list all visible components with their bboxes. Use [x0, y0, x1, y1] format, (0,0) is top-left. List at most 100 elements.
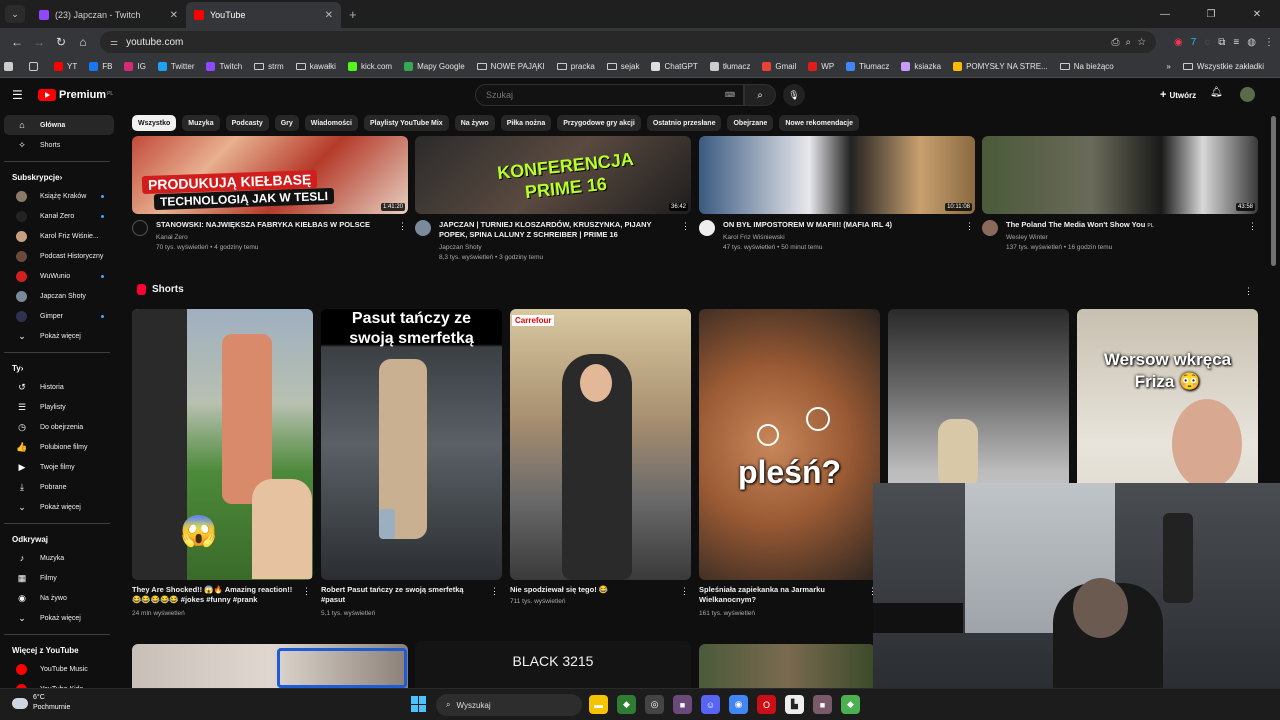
sidebar-item[interactable]: ▦ Filmy: [4, 568, 114, 588]
search-button[interactable]: ⌕: [744, 84, 776, 106]
back-icon[interactable]: ←: [6, 35, 28, 49]
all-bookmarks-button[interactable]: Wszystkie zakładki: [1182, 62, 1264, 71]
sidebar-item[interactable]: ◉ Na żywo: [4, 588, 114, 608]
app-icon[interactable]: ◆: [841, 695, 860, 714]
opera-icon[interactable]: O: [757, 695, 776, 714]
sidebar-item[interactable]: ▶ Twoje filmy: [4, 457, 114, 477]
filter-chip[interactable]: Wszystko: [132, 115, 177, 131]
bookmark-item[interactable]: Tłumacz: [846, 62, 889, 71]
filter-chip[interactable]: Przygodowe gry akcji: [557, 115, 641, 131]
filter-chip[interactable]: Podcasty: [225, 115, 269, 131]
bookmark-item[interactable]: strm: [254, 62, 284, 71]
browser-menu-icon[interactable]: ⋮: [1264, 37, 1274, 48]
short-thumbnail[interactable]: pleśń?: [699, 309, 880, 580]
video-thumbnail[interactable]: 43:58: [982, 136, 1258, 214]
channel-avatar[interactable]: [415, 220, 431, 236]
bookmark-item[interactable]: IG: [124, 62, 146, 71]
bookmark-item[interactable]: Twitch: [206, 62, 242, 71]
shorts-more-icon[interactable]: ⋮: [1244, 286, 1253, 297]
minimize-icon[interactable]: —: [1142, 9, 1188, 20]
profile-icon[interactable]: ◍: [1247, 37, 1256, 48]
video-thumbnail[interactable]: 10:11:08: [699, 136, 975, 214]
app-icon[interactable]: ■: [813, 695, 832, 714]
sidebar-item[interactable]: ✧ Shorts: [4, 135, 114, 155]
sidebar-item[interactable]: ◷ Do obejrzenia: [4, 417, 114, 437]
notifications-bell-icon[interactable]: 🔔︎: [1210, 87, 1223, 98]
keyboard-icon[interactable]: ⌨: [725, 91, 735, 99]
video-thumbnail[interactable]: KONFERENCJA PRIME 16 36:42: [415, 136, 691, 214]
filter-chip[interactable]: Gry: [274, 115, 299, 131]
short-thumbnail[interactable]: Pasut tańczy ze swoją smerfetką: [321, 309, 502, 580]
search-input[interactable]: [486, 90, 725, 100]
filter-chip[interactable]: Na żywo: [454, 115, 495, 131]
sidebar-item[interactable]: ⤓ Pobrane: [4, 477, 114, 497]
sidebar-item[interactable]: ↺ Historia: [4, 377, 114, 397]
bookmark-item[interactable]: kick.com: [347, 62, 392, 71]
subscriptions-heading[interactable]: Subskrypcje ›: [0, 168, 118, 186]
filter-chip[interactable]: Piłka nożna: [500, 115, 552, 131]
channel-name[interactable]: Wesley Winter: [1006, 234, 1048, 241]
filter-chip[interactable]: Ostatnio przesłane: [646, 115, 722, 131]
bookmark-item[interactable]: FB: [89, 62, 112, 71]
short-thumbnail[interactable]: 😱: [132, 309, 313, 580]
bookmark-star-icon[interactable]: ☆: [1137, 37, 1146, 48]
close-tab-icon[interactable]: ✕: [325, 10, 333, 21]
short-more-icon[interactable]: ⋮: [490, 586, 499, 597]
bookmark-item[interactable]: kawałki: [295, 62, 336, 71]
media-controls-icon[interactable]: ≡: [1233, 37, 1239, 48]
sidebar-item[interactable]: 👍 Polubione filmy: [4, 437, 114, 457]
channel-name[interactable]: Japczan Shoty: [439, 244, 482, 251]
filter-chip[interactable]: Wiadomości: [304, 115, 358, 131]
bookmark-item[interactable]: ksiazka: [901, 62, 941, 71]
sidebar-item[interactable]: ⌂ Główna: [4, 115, 114, 135]
subscription-item[interactable]: Karol Friz Wiśnie...: [4, 226, 114, 246]
sidebar-item[interactable]: YouTube Music: [4, 659, 114, 679]
channel-name[interactable]: Kanał Zero: [156, 234, 188, 241]
bookmark-item[interactable]: pracka: [556, 62, 595, 71]
taskbar-search[interactable]: ⌕ Wyszukaj: [436, 694, 582, 716]
bookmark-item[interactable]: sejak: [606, 62, 639, 71]
subscription-item[interactable]: Gimper: [4, 306, 114, 326]
file-explorer-icon[interactable]: ▬: [589, 695, 608, 714]
site-info-icon[interactable]: ⚌: [110, 37, 118, 48]
sidebar-item[interactable]: ⌄ Pokaż więcej: [4, 608, 114, 628]
browser-tab-twitch[interactable]: (23) Japczan - Twitch ✕: [31, 2, 186, 28]
short-title[interactable]: Spleśniała zapiekanka na Jarmarku Wielka…: [699, 585, 864, 605]
short-title[interactable]: Nie spodziewał się tego! 😂: [510, 585, 675, 595]
short-title[interactable]: Robert Pasut tańczy ze swoją smerfetką #…: [321, 585, 486, 605]
sidebar-item[interactable]: ⌄ Pokaż więcej: [4, 497, 114, 517]
weather-widget[interactable]: 6°C Pochmurnie: [12, 693, 70, 713]
extension-icon[interactable]: ◌: [1204, 37, 1210, 48]
video-title[interactable]: The Poland The Media Won't Show You PL: [1006, 220, 1234, 231]
video-thumbnail[interactable]: [699, 644, 875, 688]
filter-chip[interactable]: Nowe rekomendacje: [779, 115, 860, 131]
zoom-icon[interactable]: ⌕: [1125, 37, 1131, 48]
bookmark-item[interactable]: NOWE PAJĄKI: [476, 62, 545, 71]
bookmark-item[interactable]: Na bieżąco: [1059, 62, 1114, 71]
video-title[interactable]: JAPCZAN | TURNIEJ KLOSZARDÓW, KRUSZYNKA,…: [439, 220, 667, 240]
video-thumbnail[interactable]: [132, 644, 408, 688]
bookmarks-overflow-icon[interactable]: »: [1166, 62, 1170, 71]
more-actions-icon[interactable]: ⋮: [681, 221, 690, 232]
you-heading[interactable]: Ty ›: [0, 359, 118, 377]
short-title[interactable]: They Are Shocked!! 😱🔥 Amazing reaction!!…: [132, 585, 297, 605]
video-title[interactable]: STANOWSKI: NAJWIĘKSZA FABRYKA KIEŁBAS W …: [156, 220, 384, 230]
forward-icon[interactable]: →: [28, 35, 50, 49]
app-icon[interactable]: ■: [673, 695, 692, 714]
channel-avatar[interactable]: [132, 220, 148, 236]
bookmark-item[interactable]: POMYSŁY NA STRE...: [953, 62, 1048, 71]
close-tab-icon[interactable]: ✕: [170, 10, 178, 21]
app-icon[interactable]: ▙: [785, 695, 804, 714]
video-thumbnail[interactable]: BLACK 3215: [415, 641, 691, 688]
grid-icon[interactable]: [29, 62, 42, 71]
maximize-icon[interactable]: ❐: [1188, 9, 1234, 20]
subscription-item[interactable]: WuWunio: [4, 266, 114, 286]
more-actions-icon[interactable]: ⋮: [965, 221, 974, 232]
subscription-item[interactable]: Japczan Shoty: [4, 286, 114, 306]
shield-app-icon[interactable]: ◆: [617, 695, 636, 714]
extensions-puzzle-icon[interactable]: ⧉: [1218, 37, 1225, 48]
channel-avatar[interactable]: [982, 220, 998, 236]
subscription-item[interactable]: Podcast Historyczny: [4, 246, 114, 266]
chrome-icon[interactable]: ◉: [729, 695, 748, 714]
sidebar-item[interactable]: ☰ Playlisty: [4, 397, 114, 417]
